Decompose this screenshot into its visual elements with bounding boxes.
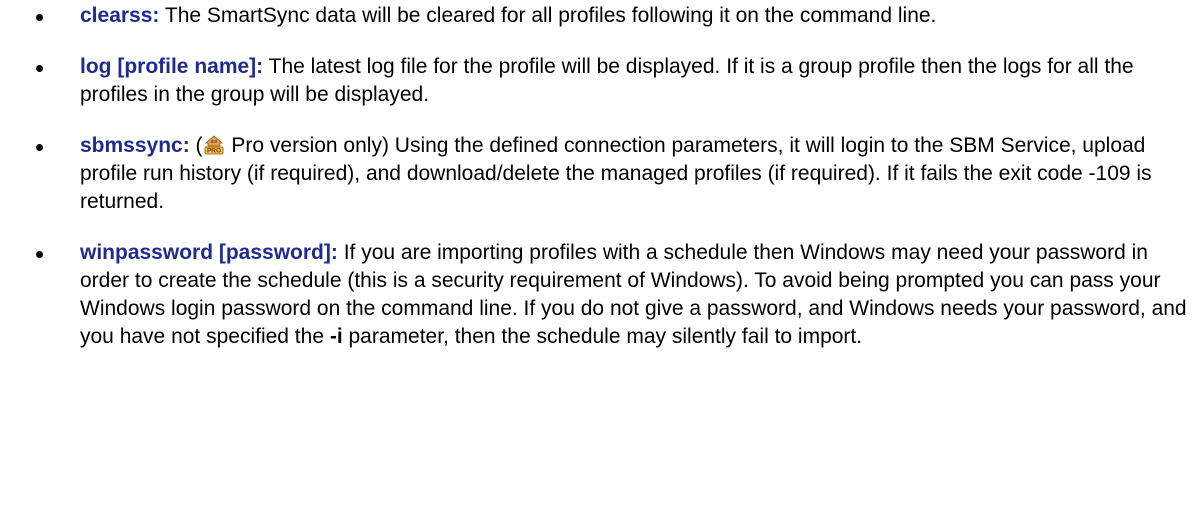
list-item-sbmssync: sbmssync: ( PRO Pro version only) Using … [36, 132, 1190, 216]
bullet-icon [36, 144, 43, 151]
list-item-clearss: clearss: The SmartSync data will be clea… [36, 2, 1190, 30]
term-label: clearss: [80, 4, 160, 27]
parameter-flag: -i [329, 325, 343, 348]
item-description: The SmartSync data will be cleared for a… [159, 4, 937, 27]
item-description-prefix: ( [189, 134, 203, 157]
parameter-list: clearss: The SmartSync data will be clea… [0, 2, 1190, 351]
term-label: sbmssync: [80, 134, 190, 157]
list-item-winpassword: winpassword [password]: If you are impor… [36, 239, 1190, 351]
bullet-icon [36, 14, 43, 21]
bullet-icon [36, 65, 43, 72]
item-description-suffix: parameter, then the schedule may silentl… [342, 325, 863, 348]
bullet-icon [36, 251, 43, 258]
term-label: log [profile name]: [80, 55, 264, 78]
list-item-log: log [profile name]: The latest log file … [36, 53, 1190, 109]
svg-text:PRO: PRO [207, 148, 221, 155]
item-description: Pro version only) Using the defined conn… [80, 134, 1152, 213]
pro-version-icon: PRO [204, 135, 224, 155]
document-body: clearss: The SmartSync data will be clea… [0, 0, 1201, 351]
term-label: winpassword [password]: [80, 241, 338, 264]
